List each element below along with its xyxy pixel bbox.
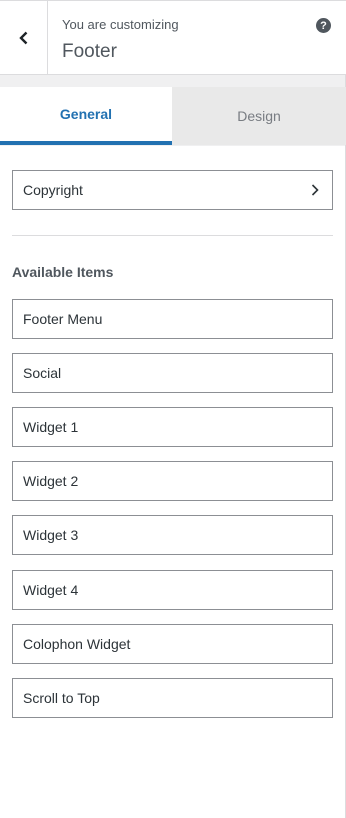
section-title: Footer bbox=[62, 41, 117, 62]
divider bbox=[12, 235, 333, 236]
chevron-left-icon bbox=[18, 31, 27, 45]
available-item-footer-menu[interactable]: Footer Menu bbox=[12, 299, 333, 339]
general-tab-content: Copyright Available Items Footer Menu So… bbox=[0, 146, 345, 818]
chevron-right-icon bbox=[311, 184, 319, 196]
available-items-title: Available Items bbox=[12, 264, 114, 280]
copyright-button[interactable]: Copyright bbox=[12, 170, 333, 210]
back-button[interactable] bbox=[0, 1, 48, 75]
available-item-social[interactable]: Social bbox=[12, 353, 333, 393]
customizer-panel: You are customizing Footer ? General Des… bbox=[0, 0, 346, 818]
available-item-widget-1[interactable]: Widget 1 bbox=[12, 407, 333, 447]
customizing-label: You are customizing bbox=[62, 17, 179, 32]
available-item-widget-2[interactable]: Widget 2 bbox=[12, 461, 333, 501]
available-item-scroll-to-top[interactable]: Scroll to Top bbox=[12, 678, 333, 718]
copyright-label: Copyright bbox=[23, 182, 83, 198]
help-icon[interactable]: ? bbox=[316, 18, 331, 33]
tab-general[interactable]: General bbox=[0, 87, 172, 145]
available-item-widget-3[interactable]: Widget 3 bbox=[12, 515, 333, 555]
tab-design[interactable]: Design bbox=[172, 87, 346, 145]
available-item-colophon-widget[interactable]: Colophon Widget bbox=[12, 624, 333, 664]
tab-bar: General Design bbox=[0, 87, 346, 145]
available-item-widget-4[interactable]: Widget 4 bbox=[12, 570, 333, 610]
customizer-header: You are customizing Footer ? bbox=[0, 0, 346, 75]
